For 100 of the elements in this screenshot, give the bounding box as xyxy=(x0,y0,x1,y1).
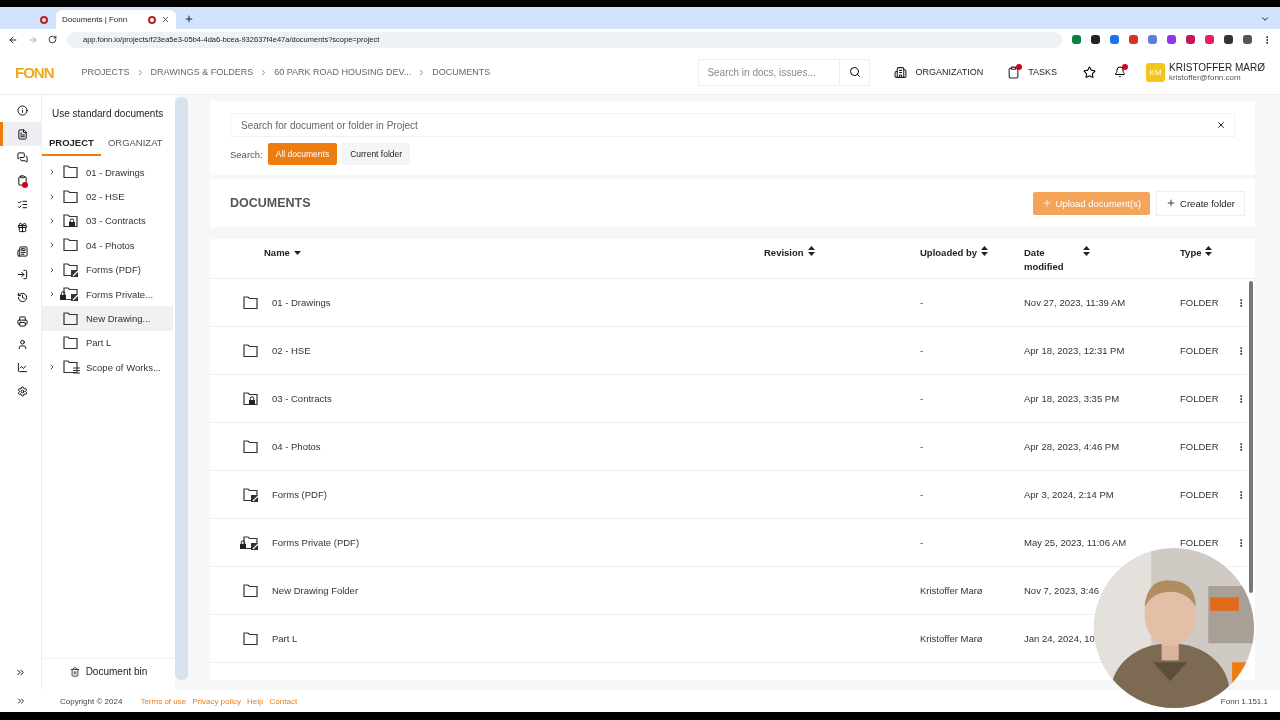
uploader-cell-text: Kristoffer Marø xyxy=(920,633,984,644)
type-cell-text: FOLDER xyxy=(1180,393,1220,404)
nav-link[interactable]: TASKS xyxy=(1007,65,1058,79)
tree-label: 04 - Photos xyxy=(86,239,135,251)
sort-down-icon[interactable] xyxy=(293,251,301,255)
date-cell-text: Apr 3, 2024, 2:14 PM xyxy=(1024,489,1115,500)
type-cell-text: FOLDER xyxy=(1180,537,1220,548)
date-cell-text: Apr 18, 2023, 3:35 PM xyxy=(1024,393,1121,404)
name-cell[interactable]: 01 - Drawings xyxy=(272,297,331,308)
plus-icon xyxy=(1041,198,1052,208)
copyright-text: Copyright © 2024 xyxy=(60,696,123,706)
search-field[interactable]: Search in docs, issues... xyxy=(698,58,871,86)
uploader-cell-text: - xyxy=(920,393,925,404)
resize-handle[interactable] xyxy=(175,97,188,680)
search-scope-label: Search: xyxy=(230,148,263,160)
clipboard-icon xyxy=(16,175,28,187)
print-icon xyxy=(16,315,28,327)
reload-icon[interactable] xyxy=(48,35,57,44)
tree-label: New Drawing... xyxy=(86,313,151,325)
create-folder-button[interactable]: Create folder xyxy=(1156,190,1245,216)
sort-icon[interactable] xyxy=(807,246,815,256)
date-cell-text: Nov 27, 2023, 11:39 AM xyxy=(1024,297,1127,308)
extension-icon[interactable] xyxy=(1224,35,1233,44)
close-icon[interactable] xyxy=(161,15,170,24)
expand-icon[interactable] xyxy=(48,265,56,274)
name-cell[interactable]: 03 - Contracts xyxy=(272,393,332,404)
name-cell[interactable]: Forms Private (PDF) xyxy=(272,537,360,548)
sort-icon[interactable] xyxy=(981,246,988,256)
column-header[interactable]: Date modified xyxy=(1024,246,1065,274)
sidebar-tab[interactable]: ORGANIZAT xyxy=(100,131,170,156)
tree-item[interactable]: 01 - Drawings xyxy=(42,160,173,185)
date-cell-text: Apr 18, 2023, 12:31 PM xyxy=(1024,345,1126,356)
scope-button[interactable]: Current folder xyxy=(342,143,411,165)
news-icon xyxy=(16,245,28,257)
name-cell[interactable]: 02 - HSE xyxy=(272,345,311,356)
tree-label: Forms (PDF) xyxy=(86,264,141,276)
date-cell-text: Apr 28, 2023, 4:46 PM xyxy=(1024,441,1121,452)
tree-label: 01 - Drawings xyxy=(86,166,145,178)
uploader-cell-text: Kristoffer Marø xyxy=(920,585,984,596)
star-icon[interactable] xyxy=(1083,65,1097,79)
rail-item[interactable] xyxy=(0,122,42,146)
tree-item[interactable]: Part L xyxy=(42,330,173,356)
expand-icon[interactable] xyxy=(48,241,56,250)
sidebar-tab[interactable]: PROJECT xyxy=(42,131,101,156)
login-icon xyxy=(16,268,28,280)
recording-icon xyxy=(148,15,156,24)
sort-icon[interactable] xyxy=(1083,246,1090,256)
uploader-cell-text: - xyxy=(920,441,925,452)
nav-label: ORGANIZATION xyxy=(915,67,984,77)
tree-item[interactable]: 04 - Photos xyxy=(42,233,173,258)
date-cell-text: Nov 7, 2023, 3:46 xyxy=(1024,585,1100,596)
breadcrumb-link[interactable]: DRAWINGS & FOLDERS xyxy=(150,67,254,77)
extension-icon[interactable] xyxy=(1091,35,1100,44)
clear-icon[interactable] xyxy=(1216,120,1226,130)
trash-icon xyxy=(69,666,80,677)
tree-item[interactable]: Forms (PDF) xyxy=(42,257,173,282)
back-icon[interactable] xyxy=(8,34,18,45)
expand-icon[interactable] xyxy=(48,363,56,372)
tree-item[interactable]: 02 - HSE xyxy=(42,184,173,209)
date-cell-text: Jan 24, 2024, 10 xyxy=(1024,633,1096,644)
tree-item[interactable]: New Drawing... xyxy=(42,306,173,331)
breadcrumb-link[interactable]: PROJECTS xyxy=(81,67,130,77)
tree-item[interactable]: Scope of Works... xyxy=(42,355,173,380)
expand-icon[interactable] xyxy=(48,168,56,177)
tree-label: 03 - Contracts xyxy=(86,215,146,227)
column-header[interactable]: Uploaded by xyxy=(920,246,977,260)
name-cell[interactable]: Forms (PDF) xyxy=(272,489,327,500)
uploader-cell-text: - xyxy=(920,489,925,500)
breadcrumb-link[interactable]: 60 PARK ROAD HOUSING DEV... xyxy=(274,67,412,77)
history-icon xyxy=(16,292,28,304)
expand-icon[interactable] xyxy=(48,192,56,201)
column-header[interactable]: Revision xyxy=(764,246,804,260)
sort-icon[interactable] xyxy=(1205,246,1213,256)
expand-icon[interactable] xyxy=(48,290,56,299)
search-input[interactable]: Search in docs, issues... xyxy=(699,59,840,85)
clipboard-icon xyxy=(1007,65,1021,79)
page-title: DOCUMENTS xyxy=(230,196,311,210)
name-cell[interactable]: New Drawing Folder xyxy=(272,585,359,596)
breadcrumb-link[interactable]: DOCUMENTS xyxy=(432,67,491,77)
type-cell-text: FOLDER xyxy=(1180,489,1220,500)
name-cell[interactable]: Part L xyxy=(272,633,298,644)
gift-icon xyxy=(16,222,28,234)
extension-icon[interactable] xyxy=(1243,35,1252,44)
user-email: kristoffer@fonn.com xyxy=(1169,73,1242,82)
nav-link[interactable]: ORGANIZATION xyxy=(894,65,984,79)
user-icon xyxy=(16,339,28,351)
notification-icon[interactable] xyxy=(1114,66,1127,78)
name-cell[interactable]: 04 - Photos xyxy=(272,441,321,452)
tree-item[interactable]: 03 - Contracts xyxy=(42,208,173,234)
column-header[interactable]: Name xyxy=(264,246,290,260)
column-header[interactable]: Type xyxy=(1180,246,1202,260)
search-icon[interactable] xyxy=(848,66,861,78)
expand-icon[interactable] xyxy=(48,216,56,225)
expand-icon[interactable] xyxy=(16,696,26,706)
new-tab-icon[interactable] xyxy=(184,14,194,24)
tree-item[interactable]: Forms Private... xyxy=(42,281,173,307)
tab-list-icon[interactable] xyxy=(1260,14,1270,24)
scrollbar[interactable] xyxy=(1249,281,1253,593)
expand-icon[interactable] xyxy=(15,667,26,678)
browser-tab[interactable]: Documents | Fonn xyxy=(56,10,176,29)
